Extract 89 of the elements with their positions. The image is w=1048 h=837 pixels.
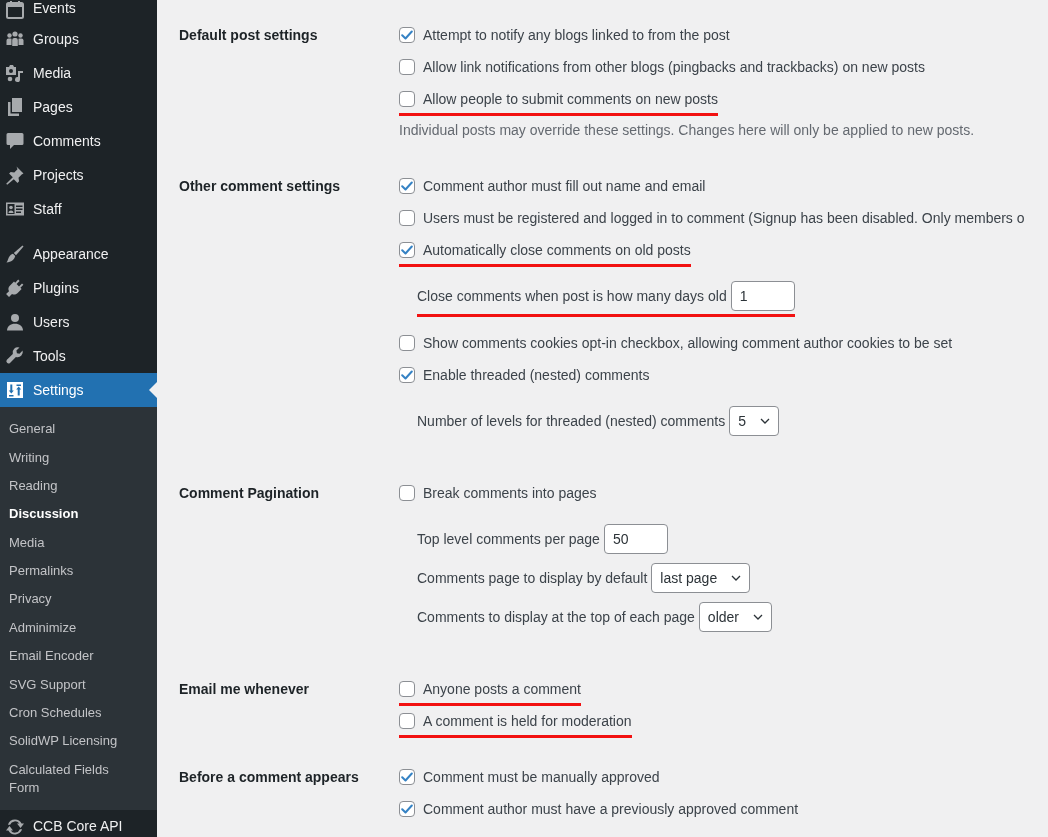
menu-item[interactable]: Groups	[0, 22, 157, 56]
wrench-icon	[5, 346, 25, 366]
dropdown-select[interactable]: older	[698, 602, 772, 632]
menu-item[interactable]: Projects	[0, 158, 157, 192]
option-label: Allow people to submit comments on new posts	[423, 90, 718, 109]
menu-item[interactable]: Settings	[0, 373, 157, 407]
input-field[interactable]: 1	[730, 281, 795, 311]
checkbox[interactable]	[399, 210, 415, 226]
option-label: Automatically close comments on old posts	[423, 241, 691, 260]
option-label: A comment is held for moderation	[423, 712, 632, 731]
option-label: Comment author must fill out name and email	[423, 177, 706, 196]
submenu-item[interactable]: General	[0, 415, 157, 444]
submenu-item[interactable]: Discussion	[0, 500, 157, 529]
menu-item[interactable]: Plugins	[0, 271, 157, 305]
submenu-item[interactable]: Media	[0, 528, 157, 557]
calendar-icon	[5, 0, 25, 20]
submenu-item[interactable]: Reading	[0, 471, 157, 501]
field-label: Top level comments per page	[417, 530, 600, 549]
menu-item[interactable]: Media	[0, 56, 157, 90]
checkbox[interactable]	[399, 59, 415, 75]
sliders-icon	[5, 380, 25, 400]
submenu-item[interactable]: Calculated Fields Form	[0, 755, 157, 802]
chevron-down-icon	[731, 575, 742, 581]
menu-item[interactable]: Appearance	[0, 237, 157, 271]
menu-item[interactable]: Comments	[0, 124, 157, 158]
pages-icon	[5, 97, 25, 117]
option-label: Break comments into pages	[423, 484, 597, 503]
option-label: Anyone posts a comment	[423, 680, 581, 699]
description-text: Individual posts may override these settings. Changes here will only be applied to new posts.	[399, 121, 975, 140]
field-label: Close comments when post is how many days old	[417, 287, 727, 306]
group-icon	[5, 29, 25, 49]
checkmark-icon	[401, 370, 413, 380]
option-label: Comment author must have a previously approved comment	[423, 800, 799, 819]
section-label: Before a comment appears	[179, 768, 360, 787]
checkmark-icon	[401, 245, 413, 255]
input-field[interactable]: 50	[603, 524, 668, 554]
checkmark-icon	[401, 772, 413, 782]
chevron-down-icon	[753, 614, 763, 620]
section-label: Other comment settings	[179, 177, 342, 196]
dropdown-select[interactable]: 5	[729, 406, 780, 436]
submenu-item[interactable]: Adminimize	[0, 613, 157, 642]
option-label: Users must be registered and logged in to comment (Signup has been disabled. Only members o	[423, 209, 1025, 228]
checkbox[interactable]	[399, 769, 415, 785]
section-label: Comment Pagination	[179, 484, 320, 503]
section-label: Default post settings	[179, 26, 319, 45]
checkbox[interactable]	[399, 801, 415, 817]
menu-item[interactable]: Events	[0, 0, 157, 22]
checkbox[interactable]	[399, 367, 415, 383]
field-label: Number of levels for threaded (nested) comments	[417, 412, 726, 431]
camera-music-icon	[5, 63, 25, 83]
checkmark-icon	[401, 804, 413, 814]
checkbox[interactable]	[399, 178, 415, 194]
dropdown-select[interactable]: last page	[651, 563, 751, 593]
user-icon	[5, 312, 25, 332]
option-label: Attempt to notify any blogs linked to from the post	[423, 26, 730, 45]
paintbrush-icon	[5, 244, 25, 264]
menu-item[interactable]: CCB Core API	[0, 809, 157, 837]
checkbox[interactable]	[399, 335, 415, 351]
submenu-item[interactable]: SVG Support	[0, 670, 157, 699]
checkbox[interactable]	[399, 242, 415, 258]
option-label: Allow link notifications from other blogs (pingbacks and trackbacks) on new posts	[423, 58, 925, 77]
checkbox[interactable]	[399, 27, 415, 43]
checkbox[interactable]	[399, 713, 415, 729]
field-label: Comments page to display by default	[417, 569, 648, 588]
checkmark-icon	[401, 30, 413, 40]
menu-item[interactable]: Users	[0, 305, 157, 339]
checkbox[interactable]	[399, 485, 415, 501]
plug-icon	[5, 278, 25, 298]
option-label: Comment must be manually approved	[423, 768, 660, 787]
menu-item[interactable]: Pages	[0, 90, 157, 124]
menu-item[interactable]: Tools	[0, 339, 157, 373]
submenu-item[interactable]: Email Encoder	[0, 642, 157, 671]
current-arrow-icon	[149, 382, 157, 398]
submenu-item[interactable]: Privacy	[0, 585, 157, 614]
menu-item[interactable]: Staff	[0, 192, 157, 226]
checkbox[interactable]	[399, 91, 415, 107]
option-label: Show comments cookies opt-in checkbox, allowing comment author cookies to be set	[423, 334, 953, 353]
submenu-item[interactable]: SolidWP Licensing	[0, 727, 157, 756]
submenu-item[interactable]: Writing	[0, 443, 157, 472]
option-label: Enable threaded (nested) comments	[423, 366, 650, 385]
section-label: Email me whenever	[179, 680, 310, 699]
submenu-item[interactable]: Permalinks	[0, 556, 157, 586]
checkbox[interactable]	[399, 681, 415, 697]
chevron-down-icon	[760, 418, 771, 424]
pushpin-icon	[5, 165, 25, 185]
field-label: Comments to display at the top of each page	[417, 608, 695, 627]
speech-bubble-icon	[5, 131, 25, 151]
submenu-item[interactable]: Cron Schedules	[0, 698, 157, 728]
checkmark-icon	[401, 181, 413, 191]
